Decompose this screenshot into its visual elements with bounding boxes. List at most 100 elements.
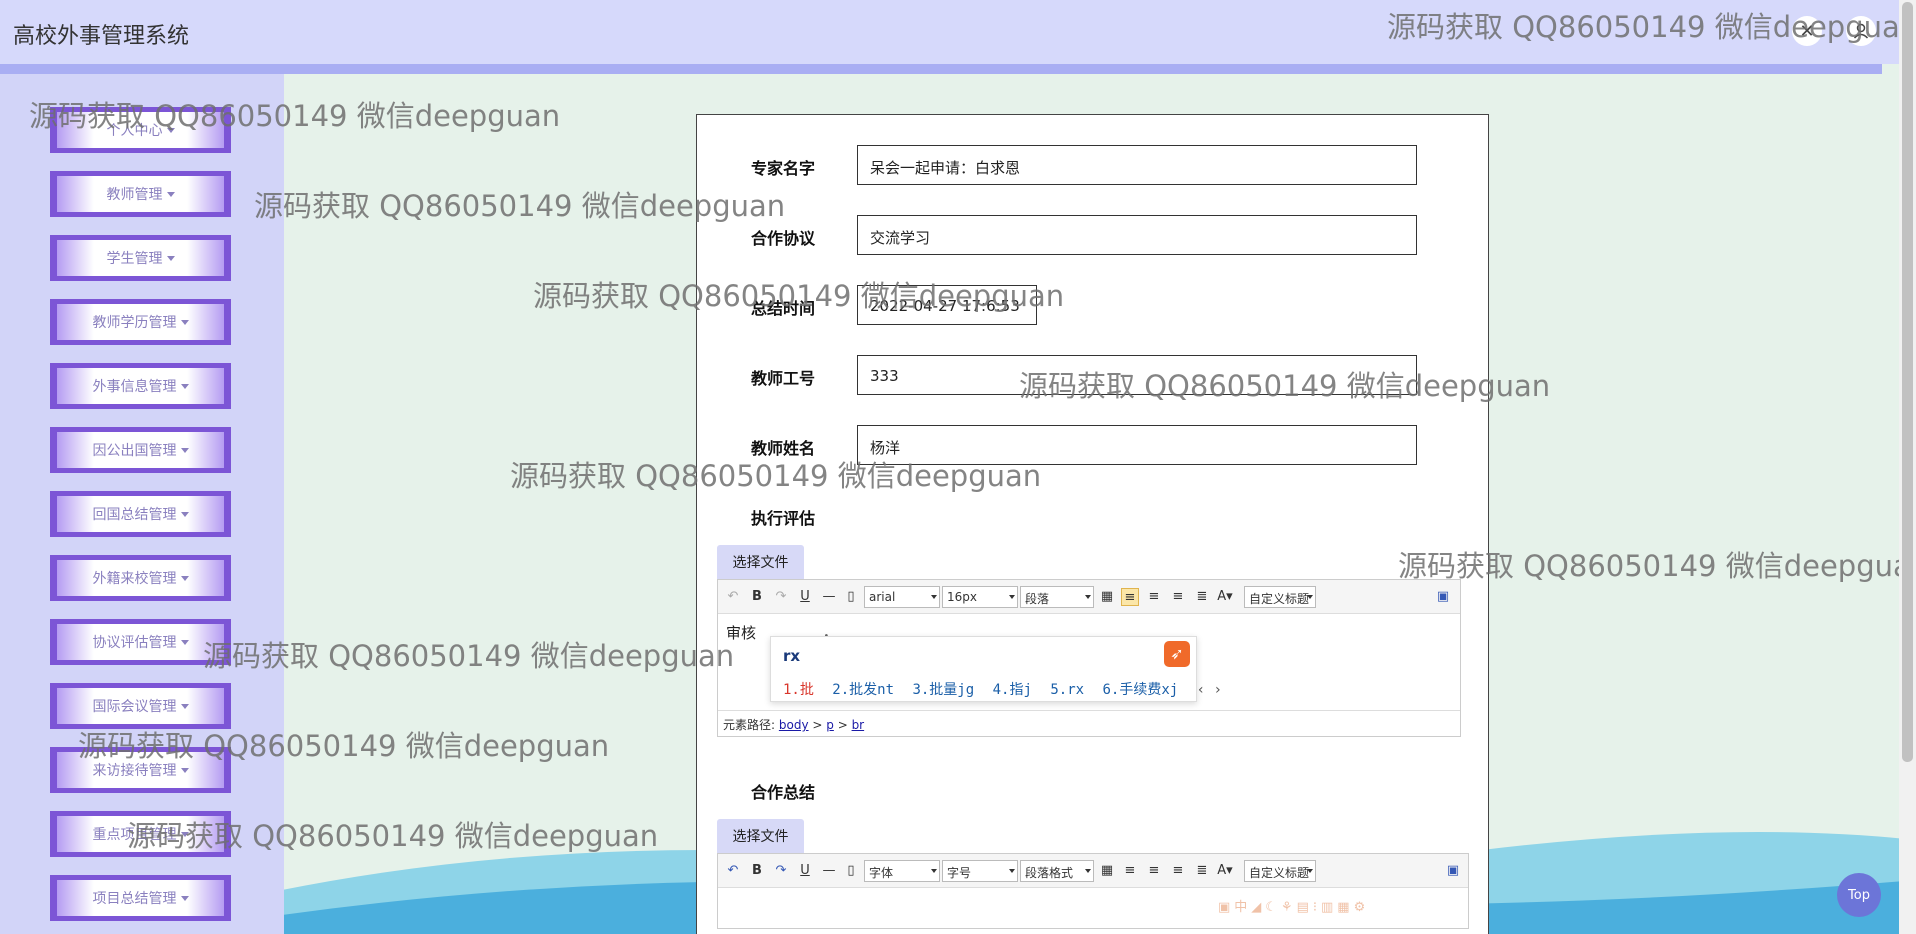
sidebar-item-label: 教师学历管理 [92, 315, 177, 331]
page-icon[interactable]: ▯ [842, 588, 860, 606]
align-justify-icon[interactable]: ≣ [1193, 588, 1211, 606]
path-br-link[interactable]: br [852, 718, 865, 732]
ime-candidate[interactable]: 2.批发nt [832, 682, 894, 698]
element-path-label: 元素路径: [723, 718, 776, 732]
sidebar-item-teacher-degree[interactable]: 教师学历管理 [50, 299, 231, 345]
header-divider [0, 64, 1882, 74]
sidebar-item-key-projects[interactable]: 重点项目管理 [50, 811, 231, 857]
page-icon[interactable]: ▯ [842, 862, 860, 880]
sidebar-item-label: 国际会议管理 [92, 699, 177, 715]
top-header: 高校外事管理系统 ✕ [0, 0, 1916, 64]
font-family-select[interactable]: arial [864, 586, 940, 608]
caret-down-icon [166, 191, 175, 197]
ime-candidate[interactable]: 3.批量jg [912, 682, 974, 698]
redo-icon[interactable]: ↷ [772, 588, 790, 606]
align-justify-icon[interactable]: ≣ [1193, 862, 1211, 880]
sidebar-item-official-abroad[interactable]: 因公出国管理 [50, 427, 231, 473]
teacher-id-input[interactable]: 333 [857, 355, 1417, 395]
align-center-icon[interactable]: ≡ [1169, 588, 1187, 606]
bold-icon[interactable]: B [748, 862, 766, 880]
teacher-name-input[interactable]: 杨洋 [857, 425, 1417, 465]
caret-down-icon [166, 255, 175, 261]
field-label-teacher-name: 教师姓名 [751, 439, 816, 458]
sidebar-item-project-summary[interactable]: 项目总结管理 [50, 875, 231, 921]
user-icon[interactable] [1846, 16, 1876, 46]
sidebar-item-foreign-info[interactable]: 外事信息管理 [50, 363, 231, 409]
coop-summary-editor: ↶ B ↷ U — ▯ 字体 字号 段落格式 ▦ ≡ ≡ ≡ ≣ A▾ 自定义标… [717, 853, 1469, 929]
fullscreen-icon[interactable]: ▣ [1444, 862, 1462, 880]
sidebar-item-teachers[interactable]: 教师管理 [50, 171, 231, 217]
bold-icon[interactable]: B [748, 588, 766, 606]
choose-file-button[interactable]: 选择文件 [717, 545, 804, 579]
ime-page-nav[interactable]: ‹ › [1197, 682, 1222, 698]
close-icon[interactable]: ✕ [1792, 16, 1822, 46]
caret-down-icon [180, 383, 189, 389]
custom-heading-select[interactable]: 自定义标题 [1244, 860, 1316, 882]
caret-down-icon [180, 703, 189, 709]
sidebar-item-agreement-eval[interactable]: 协议评估管理 [50, 619, 231, 665]
sidebar-item-label: 外事信息管理 [92, 379, 177, 395]
undo-icon[interactable]: ↶ [724, 862, 742, 880]
underline-icon[interactable]: U [796, 862, 814, 880]
align-right-icon[interactable]: ≡ [1145, 588, 1163, 606]
font-color-icon[interactable]: A▾ [1216, 862, 1234, 880]
back-to-top-button[interactable]: Top [1837, 873, 1881, 917]
caret-down-icon [166, 127, 175, 133]
ime-candidate[interactable]: 4.指j [993, 682, 1032, 698]
path-body-link[interactable]: body [779, 718, 809, 732]
font-family-select[interactable]: 字体 [864, 860, 940, 882]
agreement-input[interactable]: 交流学习 [857, 215, 1417, 255]
align-center-icon[interactable]: ≡ [1169, 862, 1187, 880]
exec-eval-editor: ↶ B ↷ U — ▯ arial 16px 段落 ▦ ≡ ≡ ≡ ≣ A▾ 自… [717, 579, 1461, 737]
expert-name-input[interactable]: 呆会一起申请：白求恩 [857, 145, 1417, 185]
horizontal-rule-icon[interactable]: — [820, 588, 838, 606]
undo-icon[interactable]: ↶ [724, 588, 742, 606]
table-icon[interactable]: ▦ [1098, 862, 1116, 880]
font-size-select[interactable]: 16px [942, 586, 1018, 608]
underline-icon[interactable]: U [796, 588, 814, 606]
paragraph-select[interactable]: 段落格式 [1020, 860, 1094, 882]
field-label-expert-name: 专家名字 [751, 159, 816, 178]
paragraph-select[interactable]: 段落 [1020, 586, 1094, 608]
sidebar-item-label: 学生管理 [106, 251, 163, 267]
editor-content[interactable]: 审核 ✥ rx ➶ 1.批 2.批发nt 3.批量jg 4.指j 5.rx 6.… [718, 614, 1460, 710]
align-right-icon[interactable]: ≡ [1145, 862, 1163, 880]
page-scrollbar[interactable] [1899, 0, 1916, 934]
ime-candidate[interactable]: 6.手续费xj [1103, 682, 1179, 698]
field-label-exec-eval: 执行评估 [751, 509, 816, 528]
ime-candidates: 1.批 2.批发nt 3.批量jg 4.指j 5.rx 6.手续费xj ‹ › [783, 679, 1232, 699]
horizontal-rule-icon[interactable]: — [820, 862, 838, 880]
align-left-icon[interactable]: ≡ [1121, 862, 1139, 880]
choose-file-button-2[interactable]: 选择文件 [717, 819, 804, 853]
sidebar-item-students[interactable]: 学生管理 [50, 235, 231, 281]
sidebar-item-label: 来访接待管理 [92, 763, 177, 779]
sidebar-item-return-summary[interactable]: 回国总结管理 [50, 491, 231, 537]
caret-down-icon [180, 895, 189, 901]
field-label-coop-summary: 合作总结 [751, 783, 816, 802]
summary-time-input[interactable]: 2022-04-27 17:6:53 [857, 285, 1037, 325]
scrollbar-thumb[interactable] [1902, 2, 1913, 762]
path-p-link[interactable]: p [826, 718, 834, 732]
align-left-icon[interactable]: ≡ [1121, 588, 1139, 606]
font-size-select[interactable]: 字号 [942, 860, 1018, 882]
sidebar-item-intl-conference[interactable]: 国际会议管理 [50, 683, 231, 729]
caret-down-icon [180, 511, 189, 517]
sidebar-item-personal-center[interactable]: 个人中心 [50, 107, 231, 153]
sidebar-item-label: 因公出国管理 [92, 443, 177, 459]
editor-content[interactable]: ▣中◢☾⚘▤⁝▥▦⚙ [718, 888, 1468, 928]
ime-candidate[interactable]: 1.批 [783, 682, 814, 698]
editor-text: 审核 [726, 624, 757, 642]
custom-heading-select[interactable]: 自定义标题 [1244, 586, 1316, 608]
table-icon[interactable]: ▦ [1098, 588, 1116, 606]
caret-down-icon [180, 831, 189, 837]
redo-icon[interactable]: ↷ [772, 862, 790, 880]
sidebar-item-reception[interactable]: 来访接待管理 [50, 747, 231, 793]
sidebar-item-foreign-visit[interactable]: 外籍来校管理 [50, 555, 231, 601]
caret-down-icon [180, 447, 189, 453]
font-color-icon[interactable]: A▾ [1216, 588, 1234, 606]
sidebar-item-label: 重点项目管理 [92, 827, 177, 843]
fullscreen-icon[interactable]: ▣ [1434, 588, 1452, 606]
ime-candidate[interactable]: 5.rx [1050, 682, 1084, 698]
ime-logo-icon: ➶ [1164, 641, 1190, 667]
sidebar-item-label: 个人中心 [106, 123, 163, 139]
